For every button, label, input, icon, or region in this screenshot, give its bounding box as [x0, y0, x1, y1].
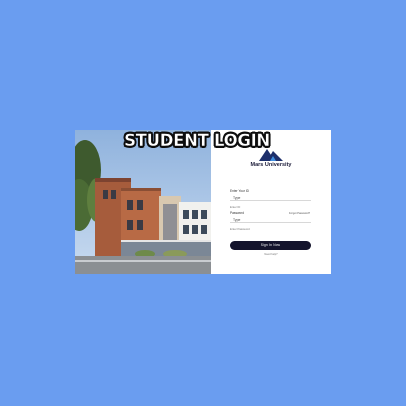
password-input[interactable] [230, 217, 314, 222]
page-title: STUDENT LOGIN [124, 131, 271, 150]
forgot-password-link[interactable]: Forgot Password? [289, 212, 310, 215]
university-name: Mars University [250, 162, 292, 168]
password-field[interactable] [230, 217, 314, 223]
login-panel: Mars University Enter Your ID Enter ID P… [211, 130, 331, 274]
help-link[interactable]: Need help? [211, 253, 331, 256]
id-input[interactable] [230, 195, 314, 200]
password-sublabel: Enter Password [230, 227, 250, 231]
id-sublabel: Enter ID [230, 205, 241, 209]
id-field[interactable] [230, 195, 314, 201]
login-card: Mars University Enter Your ID Enter ID P… [75, 130, 331, 274]
campus-building-photo [75, 130, 211, 274]
id-label: Enter Your ID [230, 189, 249, 193]
sign-in-button[interactable]: Sign In Now [230, 241, 311, 250]
campus-building-illustration [75, 130, 211, 274]
password-label: Password [230, 211, 244, 215]
